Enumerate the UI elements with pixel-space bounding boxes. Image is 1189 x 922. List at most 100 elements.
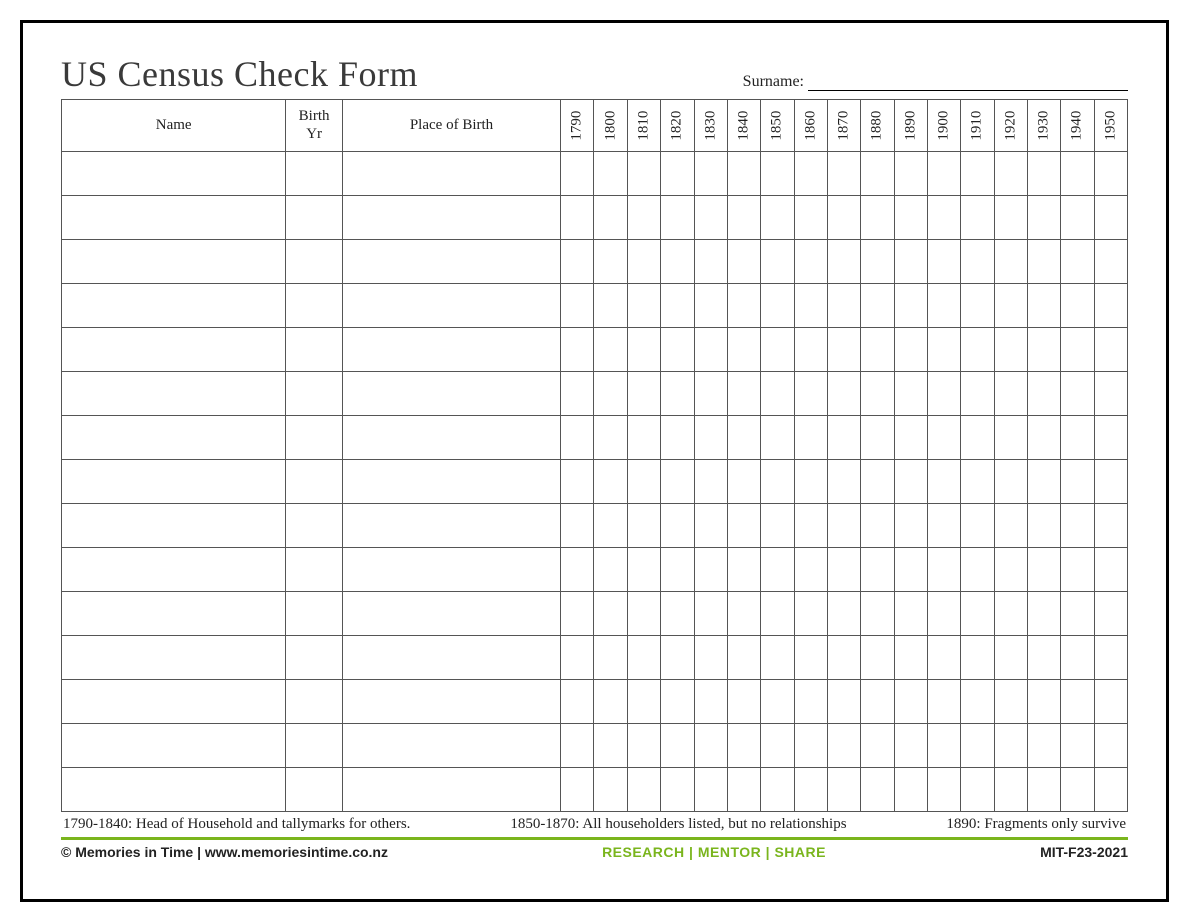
table-cell[interactable]: [594, 548, 627, 592]
table-cell[interactable]: [727, 416, 760, 460]
table-cell[interactable]: [961, 372, 994, 416]
table-cell[interactable]: [761, 196, 794, 240]
table-cell[interactable]: [286, 460, 343, 504]
table-cell[interactable]: [727, 724, 760, 768]
table-cell[interactable]: [827, 152, 860, 196]
table-cell[interactable]: [342, 592, 560, 636]
table-cell[interactable]: [994, 196, 1027, 240]
table-cell[interactable]: [827, 240, 860, 284]
table-cell[interactable]: [961, 284, 994, 328]
table-cell[interactable]: [594, 284, 627, 328]
table-cell[interactable]: [861, 416, 894, 460]
table-cell[interactable]: [1027, 460, 1060, 504]
table-cell[interactable]: [827, 724, 860, 768]
table-cell[interactable]: [627, 724, 660, 768]
table-cell[interactable]: [286, 284, 343, 328]
table-cell[interactable]: [894, 504, 927, 548]
table-cell[interactable]: [827, 328, 860, 372]
table-cell[interactable]: [1027, 240, 1060, 284]
table-cell[interactable]: [1027, 328, 1060, 372]
table-cell[interactable]: [827, 460, 860, 504]
table-cell[interactable]: [1027, 636, 1060, 680]
table-cell[interactable]: [62, 240, 286, 284]
table-cell[interactable]: [661, 196, 694, 240]
table-cell[interactable]: [594, 328, 627, 372]
table-cell[interactable]: [927, 152, 960, 196]
table-cell[interactable]: [794, 680, 827, 724]
table-cell[interactable]: [861, 548, 894, 592]
table-cell[interactable]: [794, 152, 827, 196]
table-cell[interactable]: [761, 372, 794, 416]
table-cell[interactable]: [62, 416, 286, 460]
table-cell[interactable]: [894, 240, 927, 284]
table-cell[interactable]: [727, 284, 760, 328]
table-cell[interactable]: [827, 416, 860, 460]
table-cell[interactable]: [1094, 284, 1127, 328]
table-cell[interactable]: [927, 372, 960, 416]
table-cell[interactable]: [342, 504, 560, 548]
table-cell[interactable]: [561, 504, 594, 548]
table-cell[interactable]: [894, 548, 927, 592]
table-cell[interactable]: [727, 372, 760, 416]
table-cell[interactable]: [861, 328, 894, 372]
table-cell[interactable]: [961, 460, 994, 504]
table-cell[interactable]: [961, 680, 994, 724]
table-cell[interactable]: [927, 592, 960, 636]
table-cell[interactable]: [661, 460, 694, 504]
table-cell[interactable]: [1027, 416, 1060, 460]
table-cell[interactable]: [761, 460, 794, 504]
table-cell[interactable]: [286, 504, 343, 548]
table-cell[interactable]: [286, 680, 343, 724]
table-cell[interactable]: [1027, 372, 1060, 416]
table-cell[interactable]: [994, 284, 1027, 328]
table-cell[interactable]: [62, 724, 286, 768]
table-cell[interactable]: [861, 284, 894, 328]
table-cell[interactable]: [894, 152, 927, 196]
table-cell[interactable]: [561, 460, 594, 504]
table-cell[interactable]: [994, 416, 1027, 460]
table-cell[interactable]: [994, 592, 1027, 636]
table-cell[interactable]: [727, 196, 760, 240]
table-cell[interactable]: [927, 416, 960, 460]
table-cell[interactable]: [561, 724, 594, 768]
surname-input-line[interactable]: [808, 73, 1128, 91]
table-cell[interactable]: [694, 724, 727, 768]
table-cell[interactable]: [627, 460, 660, 504]
table-cell[interactable]: [794, 328, 827, 372]
table-cell[interactable]: [761, 152, 794, 196]
table-cell[interactable]: [1061, 680, 1094, 724]
table-cell[interactable]: [794, 724, 827, 768]
table-cell[interactable]: [1094, 152, 1127, 196]
table-cell[interactable]: [761, 548, 794, 592]
table-cell[interactable]: [727, 460, 760, 504]
table-cell[interactable]: [561, 416, 594, 460]
table-cell[interactable]: [342, 548, 560, 592]
table-cell[interactable]: [661, 504, 694, 548]
table-cell[interactable]: [727, 152, 760, 196]
table-cell[interactable]: [794, 460, 827, 504]
table-cell[interactable]: [694, 196, 727, 240]
table-cell[interactable]: [961, 196, 994, 240]
table-cell[interactable]: [694, 328, 727, 372]
table-cell[interactable]: [561, 592, 594, 636]
table-cell[interactable]: [1027, 548, 1060, 592]
table-cell[interactable]: [794, 504, 827, 548]
table-cell[interactable]: [694, 768, 727, 812]
table-cell[interactable]: [1094, 768, 1127, 812]
table-cell[interactable]: [961, 152, 994, 196]
table-cell[interactable]: [694, 152, 727, 196]
table-cell[interactable]: [694, 636, 727, 680]
table-cell[interactable]: [894, 372, 927, 416]
table-cell[interactable]: [961, 504, 994, 548]
table-cell[interactable]: [627, 548, 660, 592]
table-cell[interactable]: [62, 196, 286, 240]
table-cell[interactable]: [561, 548, 594, 592]
table-cell[interactable]: [927, 504, 960, 548]
table-cell[interactable]: [927, 724, 960, 768]
table-cell[interactable]: [62, 328, 286, 372]
table-cell[interactable]: [727, 636, 760, 680]
table-cell[interactable]: [827, 372, 860, 416]
table-cell[interactable]: [62, 592, 286, 636]
table-cell[interactable]: [961, 240, 994, 284]
table-cell[interactable]: [1027, 724, 1060, 768]
